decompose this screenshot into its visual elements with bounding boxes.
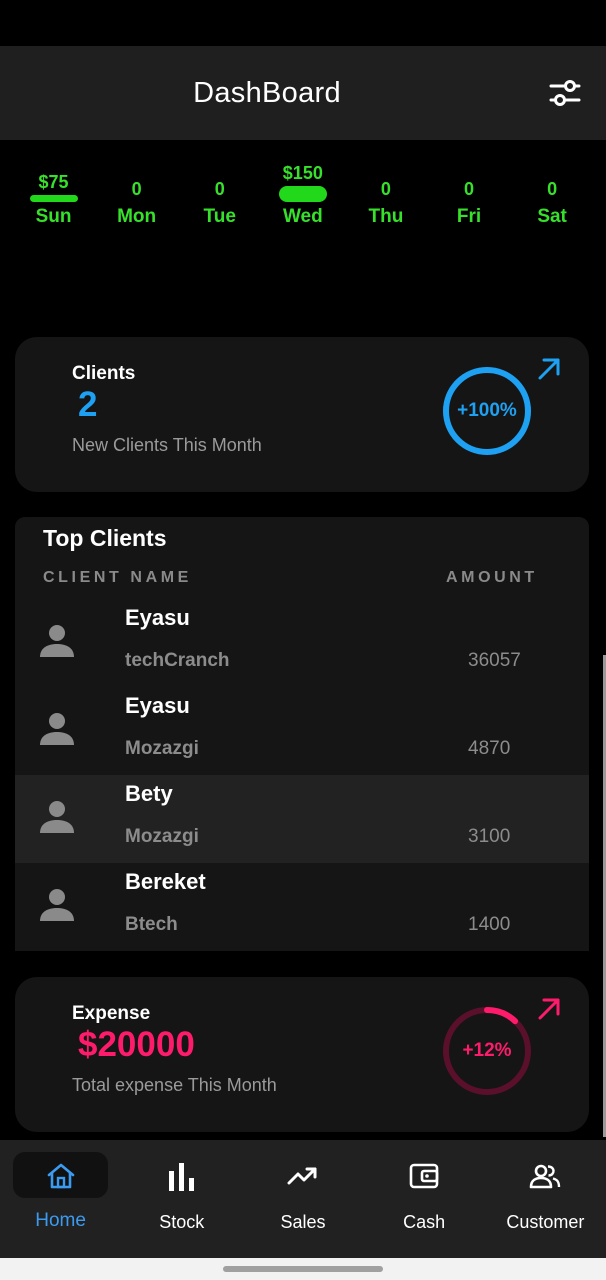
expense-amount: $20000 — [78, 1025, 195, 1064]
client-name: Bety — [125, 781, 173, 806]
nav-sales[interactable]: Sales — [242, 1140, 363, 1258]
client-name: Bereket — [125, 869, 206, 894]
day-label: Sun — [35, 206, 72, 227]
client-name: Eyasu — [125, 693, 190, 718]
gesture-bar — [0, 1258, 606, 1280]
person-icon — [40, 713, 74, 745]
day-wed[interactable]: $150 Wed — [261, 160, 344, 228]
day-mon[interactable]: 0 Mon — [95, 160, 178, 228]
clients-summary-card[interactable]: Clients 2 New Clients This Month +100% — [15, 337, 589, 492]
day-sun[interactable]: $75 Sun — [12, 160, 95, 228]
clients-percent: +100% — [457, 400, 517, 421]
expense-subtitle: Total expense This Month — [72, 1075, 277, 1095]
top-clients-title: Top Clients — [43, 525, 167, 551]
day-amount: 0 — [131, 179, 142, 199]
person-icon — [40, 889, 74, 921]
expense-summary-card[interactable]: Expense $20000 Total expense This Month … — [15, 977, 589, 1132]
expense-percent: +12% — [462, 1040, 512, 1061]
clients-count: 2 — [78, 385, 98, 424]
client-company: Btech — [125, 914, 178, 935]
top-clients-table: Top Clients CLIENT NAME AMOUNT Eyasu tec… — [15, 517, 589, 951]
status-bar — [0, 0, 606, 46]
arrow-up-right-icon — [538, 998, 560, 1020]
column-header-client-name: CLIENT NAME — [43, 569, 192, 586]
day-tue[interactable]: 0 Tue — [178, 160, 261, 228]
bar-chart-icon — [168, 1163, 194, 1191]
day-amount: 0 — [380, 179, 391, 199]
day-amount: 0 — [214, 179, 225, 199]
table-row[interactable]: Bereket Btech 1400 — [15, 863, 589, 951]
wallet-icon — [409, 1163, 439, 1189]
day-thu[interactable]: 0 Thu — [344, 160, 427, 228]
day-sat[interactable]: 0 Sat — [511, 160, 594, 228]
filter-button[interactable] — [548, 76, 582, 110]
nav-label: Customer — [506, 1212, 585, 1232]
nav-stock[interactable]: Stock — [121, 1140, 242, 1258]
day-label: Thu — [368, 206, 404, 227]
nav-label: Cash — [403, 1212, 446, 1232]
client-name: Eyasu — [125, 605, 190, 630]
day-amount: 0 — [547, 179, 558, 199]
table-row[interactable]: Eyasu Mozazgi 4870 — [15, 687, 589, 775]
day-bar — [29, 195, 78, 202]
nav-label: Sales — [280, 1212, 326, 1232]
weekly-sales-row: $75 Sun 0 Mon 0 Tue $150 Wed 0 Thu 0 Fri… — [12, 160, 594, 240]
arrow-up-right-icon — [538, 358, 560, 380]
nav-customer[interactable]: Customer — [485, 1140, 606, 1258]
day-amount: $75 — [38, 172, 69, 192]
day-label: Wed — [282, 206, 323, 227]
client-amount: 1400 — [468, 914, 511, 935]
expense-label: Expense — [72, 1003, 151, 1024]
home-gesture-handle[interactable] — [223, 1266, 383, 1272]
client-company: techCranch — [125, 650, 230, 671]
table-row[interactable]: Bety Mozazgi 3100 — [15, 775, 589, 863]
nav-home[interactable]: Home — [0, 1140, 121, 1258]
day-label: Sat — [537, 206, 567, 227]
nav-label: Home — [35, 1210, 86, 1231]
day-amount: $150 — [282, 163, 323, 183]
people-icon — [530, 1164, 561, 1189]
client-company: Mozazgi — [125, 826, 199, 847]
client-company: Mozazgi — [125, 738, 199, 759]
person-icon — [40, 801, 74, 833]
nav-label: Stock — [159, 1212, 205, 1232]
home-icon — [47, 1163, 74, 1189]
day-label: Mon — [117, 206, 157, 227]
day-label: Tue — [203, 206, 236, 227]
client-amount: 3100 — [468, 826, 511, 847]
table-row[interactable]: Eyasu techCranch 36057 — [15, 599, 589, 687]
day-amount: 0 — [464, 179, 475, 199]
day-fri[interactable]: 0 Fri — [427, 160, 510, 228]
page-title: DashBoard — [193, 76, 341, 109]
trending-up-icon — [287, 1167, 317, 1185]
clients-label: Clients — [72, 363, 136, 384]
clients-subtitle: New Clients This Month — [72, 435, 262, 455]
tune-icon — [549, 80, 581, 106]
client-amount: 4870 — [468, 738, 511, 759]
app-bar: DashBoard — [0, 46, 606, 140]
client-amount: 36057 — [468, 650, 521, 671]
person-icon — [40, 625, 74, 657]
column-header-amount: AMOUNT — [446, 569, 538, 586]
day-bar — [278, 186, 327, 202]
bottom-navigation: Home Stock Sales Cash Customer — [0, 1140, 606, 1258]
nav-cash[interactable]: Cash — [364, 1140, 485, 1258]
day-label: Fri — [456, 206, 482, 227]
